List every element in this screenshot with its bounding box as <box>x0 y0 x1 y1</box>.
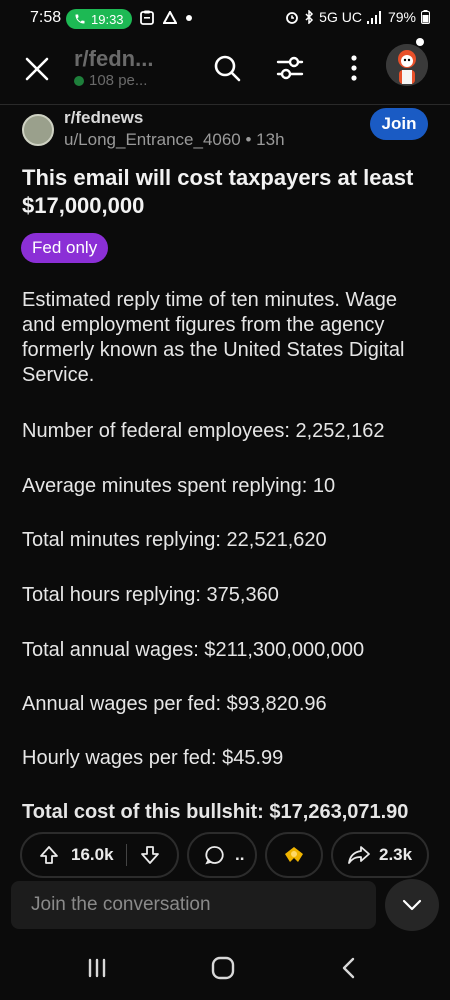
downvote-icon[interactable] <box>139 844 161 866</box>
user-avatar[interactable] <box>386 44 428 86</box>
phone-icon <box>75 14 85 24</box>
battery-icon <box>421 10 430 24</box>
status-right: 5G UC 79% <box>285 9 430 25</box>
status-time: 7:58 <box>30 9 62 26</box>
comment-count: .. <box>235 845 245 864</box>
home-icon <box>211 956 235 980</box>
notification-dot <box>416 38 424 46</box>
back-icon <box>342 957 355 979</box>
home-button[interactable] <box>208 955 238 981</box>
filter-icon[interactable] <box>274 52 306 84</box>
vote-group: 16.0k <box>20 832 179 878</box>
recents-icon <box>88 958 106 978</box>
share-button[interactable]: 2.3k <box>331 832 429 878</box>
comment-input[interactable]: Join the conversation <box>11 881 376 929</box>
body-line: Average minutes spent replying: 10 <box>22 475 336 497</box>
post-subreddit[interactable]: r/fednews <box>64 108 143 128</box>
recents-button[interactable] <box>82 955 112 981</box>
post-meta: r/fednews u/Long_Entrance_4060 • 13h Joi… <box>0 108 450 154</box>
header-subreddit-name[interactable]: r/fedn... <box>74 46 153 72</box>
post-flair: Fed only <box>21 233 109 263</box>
close-icon[interactable] <box>22 54 52 84</box>
member-count-label: 108 pe... <box>89 72 148 89</box>
award-icon <box>285 847 303 862</box>
body-line: Total minutes replying: 22,521,620 <box>22 529 327 551</box>
comment-icon <box>205 846 224 865</box>
body-line: Number of federal employees: 2,252,162 <box>22 420 385 442</box>
upvote-count: 16.0k <box>71 845 114 864</box>
award-button[interactable] <box>265 832 323 878</box>
post-age: 13h <box>256 130 285 149</box>
top-app-bar: r/fedn... 108 pe... <box>0 38 450 100</box>
upvote-icon[interactable] <box>38 844 60 866</box>
share-icon <box>348 846 370 864</box>
body-line: Hourly wages per fed: $45.99 <box>22 747 284 769</box>
header-member-count: 108 pe... <box>74 72 147 89</box>
chevron-down-icon <box>402 899 422 911</box>
bluetooth-icon <box>305 10 314 24</box>
share-count: 2.3k <box>379 845 413 864</box>
comments-button[interactable]: .. <box>187 832 257 878</box>
header-divider <box>0 104 450 105</box>
status-bar: 7:58 19:33 5G UC 79% <box>0 0 450 38</box>
snoo-avatar-icon <box>386 44 428 86</box>
online-indicator-icon <box>74 75 84 86</box>
body-line-bold: Total cost of this bullshit: $17,263,071… <box>22 801 409 823</box>
dot-icon <box>186 14 192 21</box>
join-button[interactable]: Join <box>370 108 428 140</box>
search-icon[interactable] <box>211 52 243 84</box>
post-author-line: u/Long_Entrance_4060 • 13h <box>64 130 285 149</box>
subreddit-icon[interactable] <box>22 114 54 146</box>
notification-icons <box>140 10 192 25</box>
signal-icon <box>366 10 381 24</box>
system-nav-bar <box>0 935 450 1000</box>
expand-comments-button[interactable] <box>385 879 439 931</box>
battery-percent: 79% <box>387 9 416 25</box>
more-options-icon[interactable] <box>338 52 370 84</box>
body-paragraph: Estimated reply time of ten minutes. Wag… <box>22 289 405 386</box>
alarm-icon <box>286 12 299 24</box>
body-line: Total annual wages: $211,300,000,000 <box>22 639 365 661</box>
post-actions: 16.0k .. 2.3k <box>0 832 450 878</box>
post-title: This email will cost taxpayers at least … <box>22 165 414 218</box>
drive-icon <box>163 10 177 24</box>
network-label: 5G UC <box>319 9 362 25</box>
back-button[interactable] <box>334 955 364 981</box>
body-line: Total hours replying: 375,360 <box>22 584 279 606</box>
post-author[interactable]: u/Long_Entrance_4060 <box>64 130 241 149</box>
vote-divider <box>125 844 127 866</box>
body-line: Annual wages per fed: $93,820.96 <box>22 693 327 715</box>
comment-bar: Join the conversation <box>0 879 450 935</box>
ongoing-call-pill[interactable]: 19:33 <box>66 9 132 29</box>
call-timer: 19:33 <box>91 11 124 27</box>
clipboard-icon <box>140 10 154 25</box>
